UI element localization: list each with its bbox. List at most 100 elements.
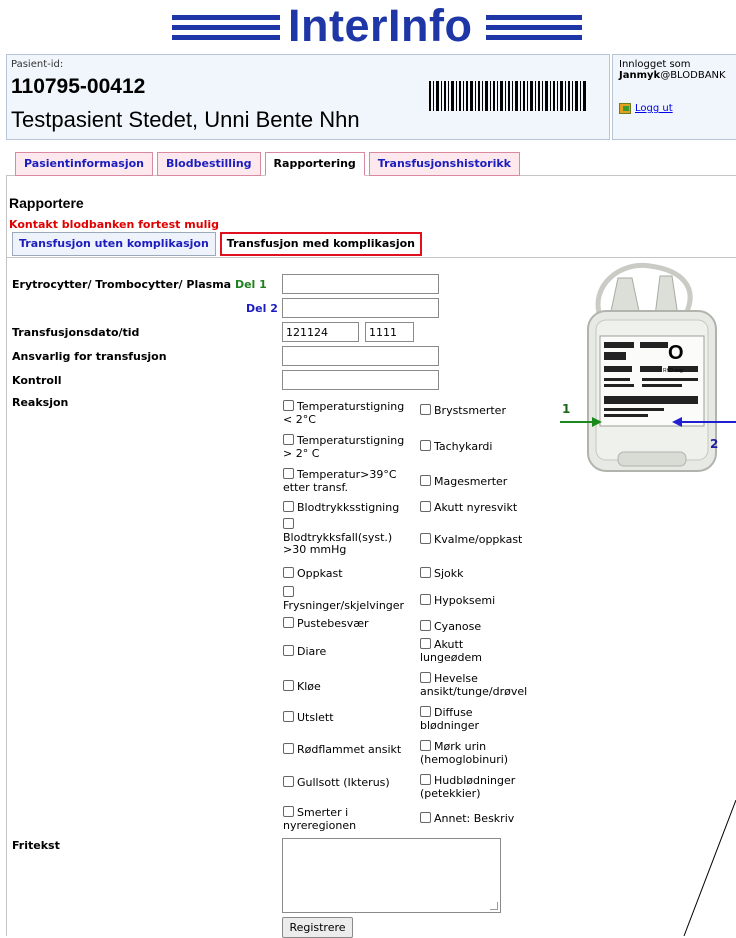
reaction-bp-rise: Blodtrykksstigning [283, 501, 399, 515]
control-input[interactable] [282, 370, 439, 390]
reaction-checkbox[interactable] [283, 806, 294, 817]
logo-right-lines [486, 15, 582, 45]
responsible-label: Ansvarlig for transfusjon [12, 350, 167, 363]
part2-input[interactable] [282, 298, 439, 318]
reaction-label: Reaksjon [12, 396, 69, 409]
reaction-bp-drop: Blodtrykksfall(syst.) >30 mmHg [283, 518, 392, 557]
reaction-checkbox[interactable] [283, 468, 294, 479]
reaction-checkbox[interactable] [420, 501, 431, 512]
login-label: Innlogget som [619, 59, 691, 70]
tab-rapportering[interactable]: Rapportering [264, 152, 365, 176]
reaction-checkbox[interactable] [420, 567, 431, 578]
part1-label: Del 1 [234, 278, 267, 291]
reaction-temp-gt2: Temperaturstigning > 2° C [283, 434, 405, 460]
reaction-chest-pain: Brystsmerter [420, 404, 506, 418]
reaction-jaundice: Gullsott (Ikterus) [283, 776, 390, 790]
login-user: Janmyk [619, 70, 661, 81]
login-user-line: Janmyk@BLODBANK [619, 70, 735, 81]
reaction-diarrhea: Diare [283, 645, 326, 659]
register-button[interactable]: Registrere [282, 917, 353, 938]
reaction-kidney-pain: Smerter i nyreregionen [283, 806, 357, 832]
section-title: Rapportere [9, 195, 84, 211]
reaction-checkbox[interactable] [420, 440, 431, 451]
login-domain: @BLODBANK [660, 70, 726, 81]
reaction-checkbox[interactable] [283, 501, 294, 512]
reaction-other: Annet: Beskriv [420, 812, 514, 826]
reaction-checkbox[interactable] [283, 776, 294, 787]
freetext-textarea[interactable] [282, 838, 501, 913]
interinfo-logo: InterInfo [0, 0, 736, 52]
tab-uten-komplikasjon[interactable]: Transfusjon uten komplikasjon [12, 232, 216, 256]
reaction-stomach-pain: Magesmerter [420, 475, 507, 489]
time-input[interactable] [365, 322, 414, 342]
reaction-checkbox[interactable] [283, 743, 294, 754]
reaction-hypoxemia: Hypoksemi [420, 594, 495, 608]
reaction-diffuse-bleeding: Diffuse blødninger [420, 706, 480, 732]
reaction-vomiting: Oppkast [283, 567, 343, 581]
arrow-2-label: 2 [710, 437, 719, 451]
reaction-checkbox[interactable] [283, 400, 294, 411]
reaction-checkbox[interactable] [283, 645, 294, 656]
reaction-temp-gt39: Temperatur>39°C etter transf. [283, 468, 397, 494]
date-input[interactable] [282, 322, 359, 342]
reaction-checkbox[interactable] [283, 617, 294, 628]
responsible-input[interactable] [282, 346, 439, 366]
tab-med-komplikasjon[interactable]: Transfusjon med komplikasjon [219, 232, 422, 256]
tab-transfusjonshistorikk[interactable]: Transfusjonshistorikk [368, 152, 520, 176]
part2-label: Del 2 [246, 302, 278, 315]
barcode-icon [429, 81, 586, 111]
reaction-breathing: Pustebesvær [283, 617, 369, 631]
reaction-checkbox[interactable] [420, 672, 431, 683]
reaction-checkbox[interactable] [420, 774, 431, 785]
reaction-checkbox[interactable] [420, 533, 431, 544]
reaction-checkbox[interactable] [283, 567, 294, 578]
reaction-checkbox[interactable] [283, 518, 294, 529]
reaction-checkbox[interactable] [283, 434, 294, 445]
reaction-checkbox[interactable] [420, 638, 431, 649]
reaction-cyanosis: Cyanose [420, 620, 481, 634]
arrow-1-label: 1 [562, 402, 571, 416]
reaction-checkbox[interactable] [420, 594, 431, 605]
patient-id: 110795-00412 [11, 75, 146, 98]
freetext-label: Fritekst [12, 839, 60, 852]
warning-text: Kontakt blodbanken fortest mulig [9, 218, 219, 231]
logo-text: InterInfo [288, 0, 473, 51]
part1-input[interactable] [282, 274, 439, 294]
reaction-checkbox[interactable] [283, 680, 294, 691]
reaction-checkbox[interactable] [283, 711, 294, 722]
blood-group-text: O [668, 342, 684, 364]
product-label-text: Erytrocytter/ Trombocytter/ Plasma [12, 278, 232, 291]
content-left-border [6, 175, 7, 936]
reaction-itching: Kløe [283, 680, 321, 694]
logo-left-lines [172, 15, 280, 45]
reaction-rash: Utslett [283, 711, 334, 725]
patient-name: Testpasient Stedet, Unni Bente Nhn [11, 107, 360, 132]
tab-blodbestilling[interactable]: Blodbestilling [157, 152, 261, 176]
reaction-checkbox[interactable] [420, 706, 431, 717]
datetime-label: Transfusjonsdato/tid [12, 326, 140, 339]
reaction-flushed-face: Rødflammet ansikt [283, 743, 401, 757]
reaction-skin-bleeding: Hudblødninger (petekkier) [420, 774, 516, 800]
reaction-checkbox[interactable] [420, 404, 431, 415]
reaction-swelling: Hevelse ansikt/tunge/drøvel [420, 672, 528, 698]
reaction-temp-lt2: Temperaturstigning < 2°C [283, 400, 405, 426]
patient-header: Pasient-id: 110795-00412 Testpasient Ste… [6, 54, 610, 140]
product-label: Erytrocytter/ Trombocytter/ Plasma Del 1 [12, 278, 267, 291]
reaction-checkbox[interactable] [283, 586, 294, 597]
reaction-checkbox[interactable] [420, 740, 431, 751]
main-tabs: Pasientinformasjon Blodbestilling Rappor… [15, 152, 520, 176]
resize-grip-icon[interactable] [490, 902, 498, 910]
login-info: Innlogget som Janmyk@BLODBANK Logg ut [612, 54, 736, 140]
tab-pasientinformasjon[interactable]: Pasientinformasjon [15, 152, 154, 176]
logout-link[interactable]: Logg ut [619, 103, 673, 114]
reaction-checkbox[interactable] [420, 475, 431, 486]
reaction-checkbox[interactable] [420, 620, 431, 631]
logout-label[interactable]: Logg ut [635, 103, 673, 114]
patient-id-label: Pasient-id: [11, 59, 64, 70]
reaction-shock: Sjokk [420, 567, 464, 581]
logout-icon [619, 103, 631, 114]
decorative-line [683, 800, 736, 936]
reaction-kidney-failure: Akutt nyresvikt [420, 501, 517, 515]
sub-tabs: Transfusjon uten komplikasjon Transfusjo… [12, 232, 422, 256]
reaction-checkbox[interactable] [420, 812, 431, 823]
